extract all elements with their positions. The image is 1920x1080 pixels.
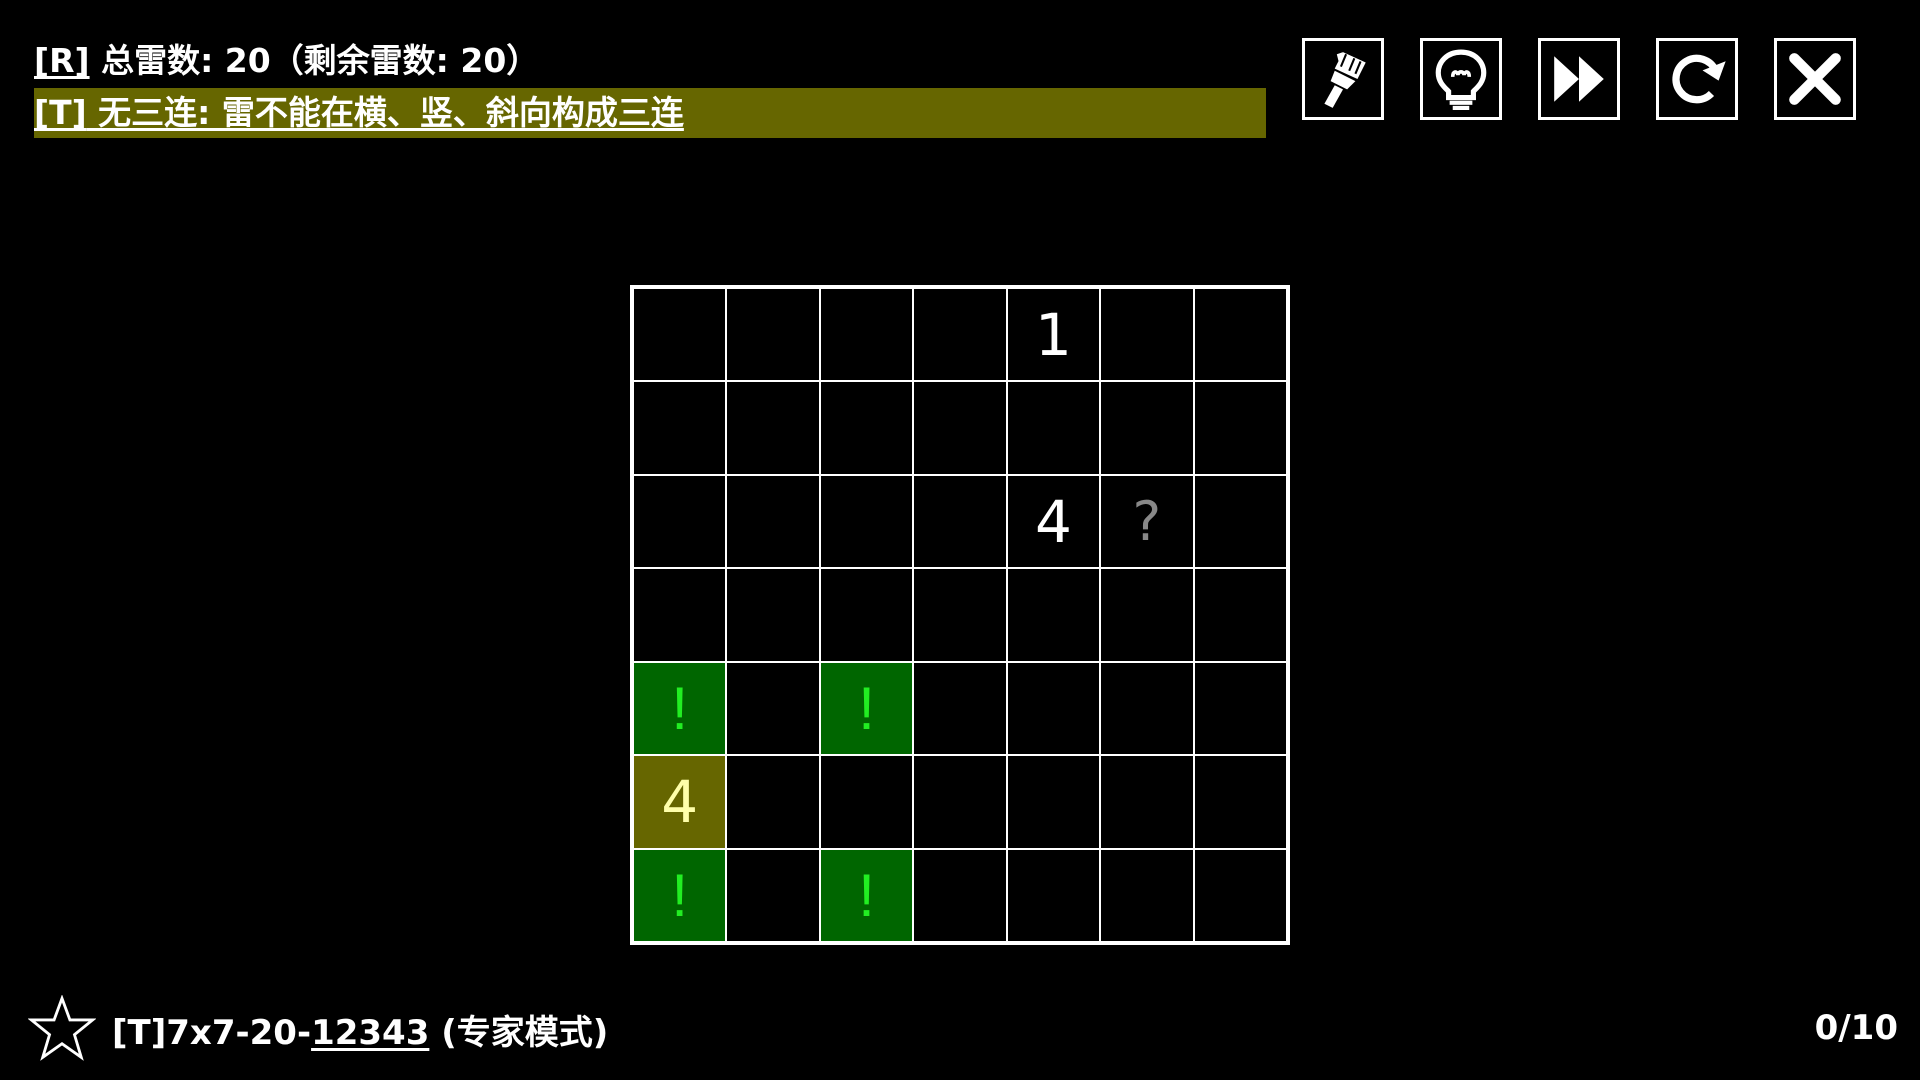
- board-cell-r5-c7[interactable]: [1193, 661, 1287, 756]
- close-button[interactable]: [1774, 38, 1856, 120]
- board-cell-r2-c4[interactable]: [913, 381, 1007, 475]
- level-id: [T]7x7-20-12343 (专家模式): [112, 1005, 608, 1054]
- board-cell-r3-c6[interactable]: ?: [1100, 474, 1194, 569]
- board-cell-r2-c6[interactable]: [1100, 381, 1194, 475]
- board-cell-r5-c4[interactable]: [913, 661, 1007, 756]
- rule-active-key: [T]: [34, 93, 87, 132]
- star-icon[interactable]: [28, 995, 96, 1063]
- board-cell-r1-c5[interactable]: 1: [1006, 288, 1101, 382]
- board-cell-r1-c2[interactable]: [726, 288, 820, 382]
- board-cell-r1-c1[interactable]: [633, 288, 727, 382]
- board-cell-r6-c3[interactable]: [819, 755, 914, 849]
- board-cell-r4-c7[interactable]: [1193, 568, 1287, 662]
- rule-no-three-in-row[interactable]: [T] 无三连: 雷不能在横、竖、斜向构成三连: [34, 88, 1266, 138]
- brush-button[interactable]: [1302, 38, 1384, 120]
- board-cell-r7-c5[interactable]: [1006, 848, 1101, 942]
- board-cell-r5-c3[interactable]: !: [819, 661, 914, 756]
- board-cell-r1-c4[interactable]: [913, 288, 1007, 382]
- board-cell-r6-c1[interactable]: 4: [633, 755, 727, 849]
- level-prefix: [T]7x7-20-: [112, 1012, 312, 1053]
- board-cell-r7-c7[interactable]: [1193, 848, 1287, 942]
- rule-total-key: [R]: [34, 41, 90, 80]
- board-cell-r5-c5[interactable]: [1006, 661, 1101, 756]
- board-cell-r2-c7[interactable]: [1193, 381, 1287, 475]
- restart-button[interactable]: [1656, 38, 1738, 120]
- level-mode: (专家模式): [429, 1012, 609, 1053]
- board-cell-r6-c6[interactable]: [1100, 755, 1194, 849]
- close-icon: [1789, 53, 1841, 105]
- brush-icon: [1324, 52, 1366, 108]
- game-board: 1 4?!! 4!!: [630, 285, 1290, 945]
- rule-total-mines: [R] 总雷数: 20（剩余雷数: 20）: [34, 36, 539, 86]
- board-cell-r1-c7[interactable]: [1193, 288, 1287, 382]
- board-cell-r4-c4[interactable]: [913, 568, 1007, 662]
- board-cell-r6-c5[interactable]: [1006, 755, 1101, 849]
- board-cell-r4-c6[interactable]: [1100, 568, 1194, 662]
- toolbar: [1302, 38, 1856, 120]
- progress-counter: 0/10: [1814, 1008, 1898, 1048]
- board-cell-r7-c2[interactable]: [726, 848, 820, 942]
- lightbulb-icon: [1435, 49, 1487, 110]
- board-cell-r2-c3[interactable]: [819, 381, 914, 475]
- board-cell-r7-c1[interactable]: !: [633, 848, 727, 942]
- board-cell-r5-c6[interactable]: [1100, 661, 1194, 756]
- board-cell-r2-c1[interactable]: [633, 381, 727, 475]
- board-cell-r2-c2[interactable]: [726, 381, 820, 475]
- board-cell-r4-c1[interactable]: [633, 568, 727, 662]
- level-seed[interactable]: 12343: [311, 1013, 429, 1053]
- board-cell-r4-c2[interactable]: [726, 568, 820, 662]
- board-cell-r3-c1[interactable]: [633, 474, 727, 569]
- board-cell-r1-c3[interactable]: [819, 288, 914, 382]
- board-cell-r6-c2[interactable]: [726, 755, 820, 849]
- board-cell-r4-c5[interactable]: [1006, 568, 1101, 662]
- skip-button[interactable]: [1538, 38, 1620, 120]
- board-cell-r6-c7[interactable]: [1193, 755, 1287, 849]
- board-cell-r3-c3[interactable]: [819, 474, 914, 569]
- board-cell-r5-c2[interactable]: [726, 661, 820, 756]
- rule-active-text: 无三连: 雷不能在横、竖、斜向构成三连: [86, 93, 684, 132]
- board-cell-r7-c4[interactable]: [913, 848, 1007, 942]
- board-cell-r4-c3[interactable]: [819, 568, 914, 662]
- level-info: [T]7x7-20-12343 (专家模式): [28, 995, 608, 1063]
- board-cell-r3-c2[interactable]: [726, 474, 820, 569]
- board-cell-r7-c3[interactable]: !: [819, 848, 914, 942]
- restart-icon: [1672, 54, 1726, 104]
- fast-forward-icon: [1554, 56, 1604, 102]
- board-cell-r3-c4[interactable]: [913, 474, 1007, 569]
- rule-total-text: 总雷数: 20（剩余雷数: 20）: [89, 41, 540, 80]
- board-cell-r2-c5[interactable]: [1006, 381, 1101, 475]
- board-cell-r5-c1[interactable]: !: [633, 661, 727, 756]
- board-cell-r1-c6[interactable]: [1100, 288, 1194, 382]
- hint-button[interactable]: [1420, 38, 1502, 120]
- board-cell-r3-c7[interactable]: [1193, 474, 1287, 569]
- board-cell-r3-c5[interactable]: 4: [1006, 474, 1101, 569]
- board-cell-r7-c6[interactable]: [1100, 848, 1194, 942]
- board-cell-r6-c4[interactable]: [913, 755, 1007, 849]
